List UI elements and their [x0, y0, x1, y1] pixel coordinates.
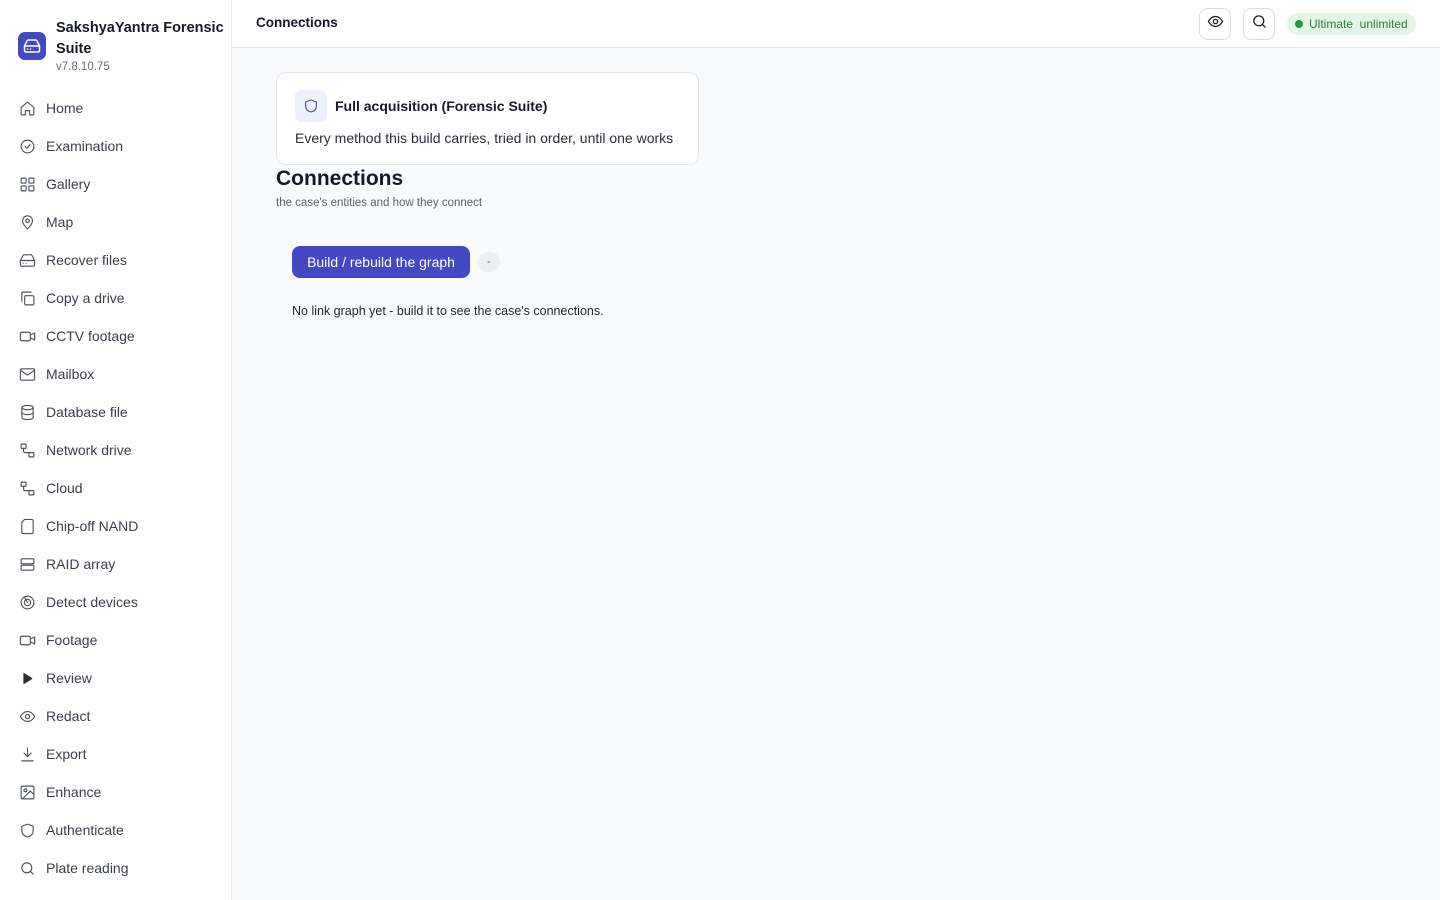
status-dot-icon: [1295, 20, 1303, 28]
page-title: Connections: [276, 167, 404, 190]
hard-drive-icon: [18, 251, 36, 269]
sidebar-item-label: Authenticate: [46, 822, 124, 838]
grid-icon: [18, 175, 36, 193]
app-title: SakshyaYantra Forensic Suite: [56, 20, 224, 57]
acquisition-mode-card: Full acquisition (Forensic Suite) Every …: [276, 72, 699, 165]
sidebar-item-label: Recover files: [46, 252, 127, 268]
map-pin-icon: [18, 213, 36, 231]
build-graph-button[interactable]: Build / rebuild the graph: [292, 246, 470, 278]
download-icon: [18, 745, 36, 763]
sidebar-item-cctv-footage[interactable]: CCTV footage: [0, 317, 231, 355]
sidebar-item-database-file[interactable]: Database file: [0, 393, 231, 431]
sidebar-item-authenticate[interactable]: Authenticate: [0, 811, 231, 849]
sidebar-item-chip-off-nand[interactable]: Chip-off NAND: [0, 507, 231, 545]
card-description: Every method this build carries, tried i…: [295, 130, 674, 146]
sidebar-nav: Home Examination Gallery Map Recover fil…: [0, 89, 231, 887]
sidebar-item-label: CCTV footage: [46, 328, 135, 344]
shield-icon: [18, 821, 36, 839]
video-camera-icon: [18, 631, 36, 649]
sidebar-item-gallery[interactable]: Gallery: [0, 165, 231, 203]
chip-card-icon: [18, 517, 36, 535]
copy-icon: [18, 289, 36, 307]
search-icon: [1251, 13, 1268, 35]
home-icon: [18, 99, 36, 117]
sidebar-item-mailbox[interactable]: Mailbox: [0, 355, 231, 393]
status-chip: -: [478, 252, 500, 272]
shield-icon: [295, 90, 327, 122]
sidebar-item-footage[interactable]: Footage: [0, 621, 231, 659]
sidebar-item-label: Redact: [46, 708, 91, 724]
play-icon: [18, 669, 36, 687]
sidebar-item-label: Cloud: [46, 480, 83, 496]
header-title: Connections: [256, 15, 338, 30]
preview-button[interactable]: [1199, 8, 1231, 40]
video-camera-icon: [18, 327, 36, 345]
app-version: v7.8.10.75: [56, 61, 110, 73]
sidebar-item-recover-files[interactable]: Recover files: [0, 241, 231, 279]
network-icon: [18, 441, 36, 459]
eye-icon: [1207, 13, 1224, 35]
image-icon: [18, 783, 36, 801]
license-badge: Ultimate unlimited: [1287, 13, 1416, 35]
sidebar-item-label: Enhance: [46, 784, 102, 800]
sidebar-item-label: Review: [46, 670, 92, 686]
empty-state-message: No link graph yet - build it to see the …: [292, 304, 604, 318]
server-icon: [18, 555, 36, 573]
sidebar-item-label: Export: [46, 746, 87, 762]
sidebar-item-label: Mailbox: [46, 366, 95, 382]
database-icon: [18, 403, 36, 421]
sidebar-item-home[interactable]: Home: [0, 89, 231, 127]
search-button[interactable]: [1243, 8, 1275, 40]
sidebar-item-redact[interactable]: Redact: [0, 697, 231, 735]
sidebar-item-label: RAID array: [46, 556, 116, 572]
sidebar-item-network-drive[interactable]: Network drive: [0, 431, 231, 469]
drive-logo-icon: [18, 32, 46, 60]
sidebar-item-review[interactable]: Review: [0, 659, 231, 697]
radar-icon: [18, 593, 36, 611]
sidebar-item-label: Footage: [46, 632, 98, 648]
sidebar-item-label: Gallery: [46, 176, 91, 192]
sidebar-item-label: Plate reading: [46, 860, 129, 876]
sidebar-item-copy-a-drive[interactable]: Copy a drive: [0, 279, 231, 317]
sidebar-item-raid-array[interactable]: RAID array: [0, 545, 231, 583]
page-subtitle: the case's entities and how they connect: [276, 197, 483, 209]
sidebar: SakshyaYantra Forensic Suite v7.8.10.75 …: [0, 0, 232, 900]
sidebar-item-plate-reading[interactable]: Plate reading: [0, 849, 231, 887]
sidebar-item-enhance[interactable]: Enhance: [0, 773, 231, 811]
network-icon: [18, 479, 36, 497]
sidebar-item-label: Detect devices: [46, 594, 138, 610]
sidebar-item-map[interactable]: Map: [0, 203, 231, 241]
sidebar-item-label: Map: [46, 214, 74, 230]
license-label: Ultimate unlimited: [1309, 17, 1408, 31]
sidebar-item-label: Database file: [46, 404, 128, 420]
sidebar-item-export[interactable]: Export: [0, 735, 231, 773]
sidebar-item-examination[interactable]: Examination: [0, 127, 231, 165]
search-icon: [18, 859, 36, 877]
sidebar-item-label: Copy a drive: [46, 290, 125, 306]
sidebar-item-label: Home: [46, 100, 84, 116]
top-bar: Connections Ultimate unlimited: [232, 0, 1440, 48]
sidebar-item-detect-devices[interactable]: Detect devices: [0, 583, 231, 621]
eye-icon: [18, 707, 36, 725]
sidebar-item-label: Examination: [46, 138, 124, 154]
check-circle-icon: [18, 137, 36, 155]
sidebar-item-cloud[interactable]: Cloud: [0, 469, 231, 507]
mail-icon: [18, 365, 36, 383]
card-title: Full acquisition (Forensic Suite): [335, 98, 548, 114]
sidebar-item-label: Network drive: [46, 442, 132, 458]
sidebar-item-label: Chip-off NAND: [46, 518, 139, 534]
